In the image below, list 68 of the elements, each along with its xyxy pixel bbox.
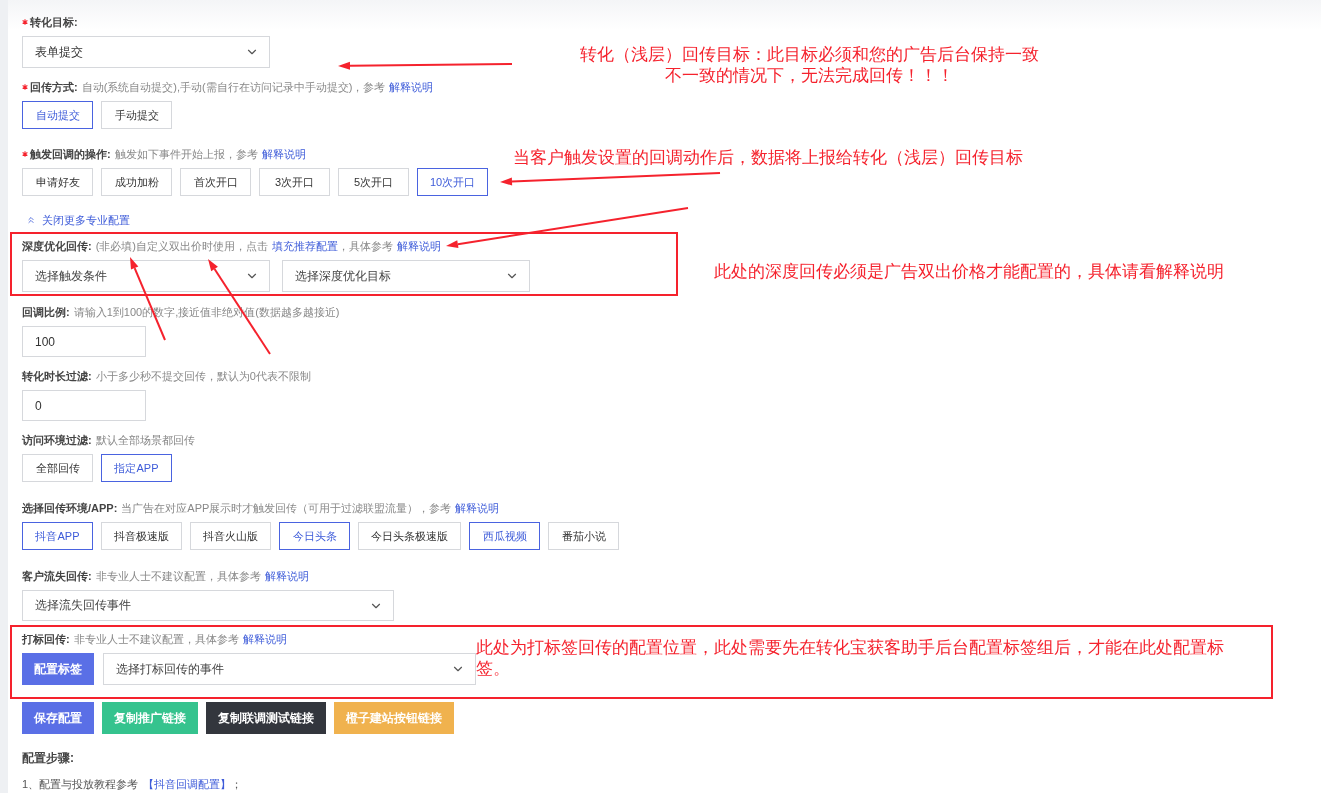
option-button[interactable]: 手动提交 [101, 101, 172, 129]
annotation-note: 此处为打标签回传的配置位置，此处需要先在转化宝获客助手后台配置标签组后，才能在此处配置标签。 [476, 637, 1225, 679]
option-button[interactable]: 抖音APP [22, 522, 93, 550]
option-button[interactable]: 自动提交 [22, 101, 93, 129]
explain-link[interactable]: 解释说明 [455, 500, 500, 516]
dropdown-select[interactable]: 选择触发条件 [22, 260, 270, 292]
select-value: 表单提交 [35, 43, 83, 61]
explain-link[interactable]: 填充推荐配置 [272, 238, 338, 254]
option-button[interactable]: 今日头条 [279, 522, 350, 550]
field-label: 回调比例: [22, 305, 70, 320]
annotation-note: 当客户触发设置的回调动作后，数据将上报给转化（浅层）回传目标 [513, 147, 1023, 168]
field-label: 选择回传环境/APP: [22, 501, 118, 516]
hint-text: 默认全部场景都回传 [95, 433, 195, 448]
dropdown-select[interactable]: 表单提交 [22, 36, 270, 68]
option-button[interactable]: 抖音极速版 [101, 522, 182, 550]
field-label: 触发回调的操作: [30, 147, 111, 162]
action-button[interactable]: 保存配置 [22, 702, 94, 734]
option-button[interactable]: 今日头条极速版 [358, 522, 461, 550]
select-placeholder: 选择打标回传的事件 [116, 660, 224, 678]
action-button[interactable]: 复制联调测试链接 [206, 702, 326, 734]
select-placeholder: 选择深度优化目标 [295, 267, 391, 285]
hint-text: 非专业人士不建议配置，具体参考 [73, 632, 239, 647]
field-label: 打标回传: [22, 632, 70, 647]
option-button[interactable]: 10次开口 [417, 168, 489, 196]
option-button[interactable]: 抖音火山版 [190, 522, 271, 550]
explain-link[interactable]: 解释说明 [242, 631, 287, 647]
select-placeholder: 选择触发条件 [35, 267, 107, 285]
option-button[interactable]: 首次开口 [180, 168, 251, 196]
hint-text: (非必填)自定义双出价时使用，点击 [95, 239, 268, 254]
option-button[interactable]: 西瓜视频 [469, 522, 540, 550]
option-button[interactable]: 番茄小说 [548, 522, 619, 550]
annotation-note: 此处的深度回传必须是广告双出价格才能配置的，具体请看解释说明 [714, 261, 1224, 282]
field-label: 访问环境过滤: [22, 433, 92, 448]
explain-link[interactable]: 解释说明 [264, 568, 309, 584]
option-button[interactable]: 全部回传 [22, 454, 93, 482]
field-label: 深度优化回传: [22, 239, 92, 254]
explain-link[interactable]: 解释说明 [389, 79, 434, 95]
dropdown-select[interactable]: 选择流失回传事件 [22, 590, 394, 621]
hint-text: 当广告在对应APP展示时才触发回传（可用于过滤联盟流量），参考 [121, 501, 452, 516]
steps-title: 配置步骤: [22, 750, 75, 767]
hint-text: 自动(系统自动提交),手动(需自行在访问记录中手动提交)，参考 [81, 80, 386, 95]
explain-link[interactable]: 解释说明 [261, 146, 306, 162]
step-text: ； [231, 778, 243, 790]
hint-text: 小于多少秒不提交回传，默认为0代表不限制 [95, 369, 311, 384]
hint-text: 触发如下事件开始上报，参考 [114, 147, 258, 162]
field-label: 客户流失回传: [22, 569, 92, 584]
collapse-toggle[interactable]: 关闭更多专业配置 [26, 212, 130, 228]
option-button[interactable]: 成功加粉 [101, 168, 172, 196]
annotation-note: 转化（浅层）回传目标：此目标必须和您的广告后台保持一致 不一致的情况下，无法完成回传！！！ [580, 44, 1039, 86]
hint-text: ，具体参考 [338, 239, 393, 254]
dropdown-select[interactable]: 选择深度优化目标 [282, 260, 530, 292]
field-label: 回传方式: [30, 80, 78, 95]
explain-link[interactable]: 解释说明 [397, 238, 441, 254]
option-button[interactable]: 指定APP [101, 454, 172, 482]
option-button[interactable]: 申请好友 [22, 168, 93, 196]
dropdown-select[interactable]: 选择打标回传的事件 [103, 653, 476, 685]
configure-tags-button[interactable]: 配置标签 [22, 653, 94, 685]
select-placeholder: 选择流失回传事件 [35, 597, 131, 614]
chevrons-up-icon [26, 215, 36, 225]
step-text: 1、配置与投放教程参考 [22, 778, 140, 790]
input-field[interactable]: 0 [22, 390, 146, 421]
tutorial-link[interactable]: 【抖音回调配置】 [143, 778, 232, 790]
option-button[interactable]: 5次开口 [338, 168, 409, 196]
field-label: 转化目标: [30, 15, 78, 30]
option-button[interactable]: 3次开口 [259, 168, 330, 196]
input-field[interactable]: 100 [22, 326, 146, 357]
field-label: 转化时长过滤: [22, 369, 92, 384]
hint-text: 非专业人士不建议配置，具体参考 [95, 569, 261, 584]
